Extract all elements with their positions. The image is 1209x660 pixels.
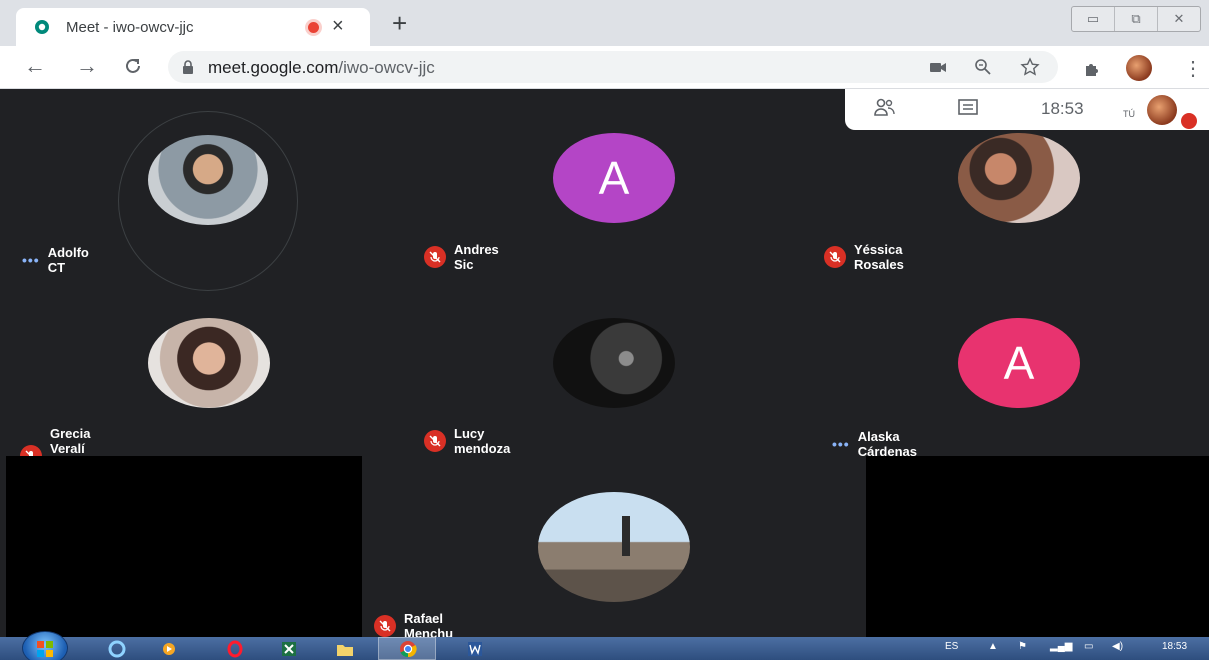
participant-name: Lucy mendoza bbox=[454, 426, 511, 456]
start-button[interactable] bbox=[22, 631, 68, 660]
window-close-button[interactable]: ✕ bbox=[1158, 7, 1200, 31]
battery-icon[interactable]: ▭ bbox=[1084, 641, 1093, 652]
new-tab-button[interactable]: + bbox=[392, 10, 407, 36]
back-button[interactable]: ← bbox=[24, 54, 46, 78]
participant-name: Alaska Cárdenas bbox=[857, 429, 917, 459]
taskbar-clock[interactable]: 18:53 bbox=[1162, 641, 1187, 652]
letter-avatar: A bbox=[958, 318, 1080, 408]
participant-name: Adolfo CT bbox=[47, 245, 89, 275]
url-text: meet.google.com/iwo-owcv-jjc bbox=[208, 58, 435, 77]
reload-icon[interactable] bbox=[124, 57, 142, 75]
participant-name-row: ••• Adolfo CT bbox=[22, 245, 89, 275]
speaking-indicator-icon: ••• bbox=[832, 436, 850, 452]
network-icon[interactable]: ▂▄▆ bbox=[1050, 641, 1072, 652]
chrome-menu-icon[interactable]: ⋮ bbox=[1183, 56, 1203, 81]
tray-expand-icon[interactable]: ▲ bbox=[988, 641, 998, 652]
minimize-button[interactable]: ▭ bbox=[1072, 7, 1115, 31]
self-mic-off-icon[interactable] bbox=[1181, 113, 1197, 129]
forward-button[interactable]: → bbox=[76, 54, 98, 78]
meet-favicon-icon bbox=[35, 20, 49, 34]
speaking-indicator-icon: ••• bbox=[22, 252, 40, 268]
tab-close-button[interactable]: × bbox=[332, 15, 344, 38]
chat-icon[interactable] bbox=[957, 98, 979, 118]
tab-title: Meet - iwo-owcv-jjc bbox=[66, 19, 194, 36]
meet-stage: ••• Adolfo CT A Andres Sic Yéssica Rosal… bbox=[0, 89, 1209, 641]
address-bar[interactable]: meet.google.com/iwo-owcv-jjc bbox=[168, 51, 1058, 83]
bookmark-star-icon[interactable] bbox=[1020, 57, 1040, 77]
excel-icon[interactable] bbox=[280, 640, 298, 658]
participant-name: Andres Sic bbox=[454, 242, 499, 272]
opera-icon[interactable] bbox=[226, 640, 244, 658]
mic-off-icon bbox=[824, 246, 846, 268]
participant-name-row: ••• Alaska Cárdenas bbox=[832, 429, 917, 459]
mic-off-icon bbox=[424, 430, 446, 452]
profile-avatar[interactable] bbox=[1126, 55, 1152, 81]
chrome-taskbar-button[interactable] bbox=[378, 637, 436, 660]
lock-icon bbox=[183, 60, 193, 74]
meet-top-panel: 18:53 TÚ bbox=[845, 89, 1209, 130]
participant-photo-avatar bbox=[148, 318, 270, 408]
recording-indicator-icon bbox=[308, 22, 319, 33]
action-center-flag-icon[interactable]: ⚑ bbox=[1018, 641, 1027, 652]
media-player-icon[interactable] bbox=[160, 640, 178, 658]
participant-name-row: Yéssica Rosales bbox=[824, 242, 904, 272]
self-label: TÚ bbox=[1123, 109, 1135, 119]
empty-video-pane bbox=[6, 456, 362, 637]
window-controls: ▭ ⧉ ✕ bbox=[1071, 6, 1201, 32]
participant-name-row: Andres Sic bbox=[424, 242, 499, 272]
person-figure bbox=[622, 516, 630, 556]
word-icon[interactable] bbox=[466, 640, 484, 658]
mic-off-icon bbox=[424, 246, 446, 268]
camera-icon[interactable] bbox=[928, 57, 948, 77]
browser-tab-meet[interactable]: Meet - iwo-owcv-jjc × bbox=[16, 8, 370, 46]
browser-toolbar: ← → meet.google.com/iwo-owcv-jjc ⋮ bbox=[0, 46, 1209, 89]
participant-name-row: Lucy mendoza bbox=[424, 426, 510, 456]
participant-name: Yéssica Rosales bbox=[854, 242, 904, 272]
windows-taskbar: ES ▲ ⚑ ▂▄▆ ▭ ◀) 18:53 bbox=[0, 631, 1209, 660]
internet-explorer-icon[interactable] bbox=[108, 640, 126, 658]
participant-photo-avatar bbox=[958, 133, 1080, 223]
volume-icon[interactable]: ◀) bbox=[1112, 641, 1123, 652]
people-icon[interactable] bbox=[873, 97, 897, 119]
self-avatar[interactable] bbox=[1147, 95, 1177, 125]
language-indicator[interactable]: ES bbox=[945, 641, 958, 652]
meeting-clock: 18:53 bbox=[1041, 99, 1084, 118]
empty-video-pane bbox=[866, 456, 1209, 637]
zoom-icon[interactable] bbox=[973, 57, 993, 77]
folder-icon[interactable] bbox=[336, 640, 354, 658]
chrome-icon bbox=[400, 641, 417, 658]
letter-avatar: A bbox=[553, 133, 675, 223]
participant-photo-avatar bbox=[553, 318, 675, 408]
participant-photo-avatar bbox=[148, 135, 268, 225]
maximize-button[interactable]: ⧉ bbox=[1115, 7, 1158, 31]
extensions-icon[interactable] bbox=[1082, 57, 1104, 79]
participant-photo-avatar bbox=[538, 492, 690, 602]
browser-tab-strip: Meet - iwo-owcv-jjc × + ▭ ⧉ ✕ bbox=[0, 0, 1209, 46]
mic-off-icon bbox=[374, 615, 396, 637]
